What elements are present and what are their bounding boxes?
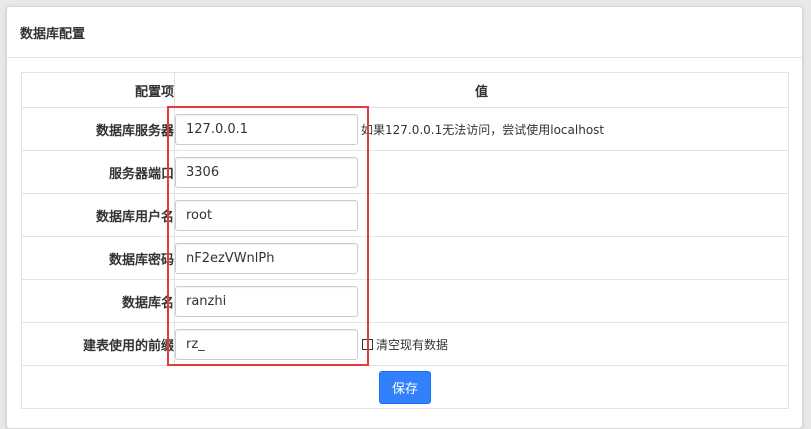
config-table: 配置项 值 数据库服务器 如果127.0.0.1无法访问，尝试使用localho…: [21, 72, 789, 409]
db-user-input[interactable]: [175, 199, 358, 231]
db-config-panel: 数据库配置 配置项 值 数据库服务器 如果127.0.0.1无法访问，尝试使用l…: [6, 6, 803, 429]
row-label-db-host: 数据库服务器: [21, 107, 175, 151]
table-row: 数据库密码: [21, 236, 789, 280]
save-button[interactable]: 保存: [378, 370, 431, 404]
row-label-db-password: 数据库密码: [21, 236, 175, 280]
table-header-row: 配置项 值: [21, 72, 789, 108]
clear-data-checkbox-wrap[interactable]: 清空现有数据: [362, 336, 448, 353]
panel-title: 数据库配置: [7, 7, 802, 58]
table-row: 数据库服务器 如果127.0.0.1无法访问，尝试使用localhost: [21, 107, 789, 151]
table-row: 服务器端口: [21, 150, 789, 194]
clear-data-checkbox[interactable]: [362, 338, 373, 350]
table-row: 数据库用户名: [21, 193, 789, 237]
table-row: 数据库名: [21, 279, 789, 323]
row-label-db-name: 数据库名: [21, 279, 175, 323]
submit-row: 保存: [21, 365, 789, 409]
row-label-table-prefix: 建表使用的前缀: [21, 322, 175, 366]
table-prefix-input[interactable]: [175, 328, 358, 360]
db-host-input[interactable]: [175, 113, 358, 145]
header-value: 值: [174, 72, 789, 108]
clear-data-label: 清空现有数据: [376, 337, 449, 352]
db-port-input[interactable]: [175, 156, 358, 188]
row-label-db-user: 数据库用户名: [21, 193, 175, 237]
row-label-db-port: 服务器端口: [21, 150, 175, 194]
header-config-item: 配置项: [21, 72, 175, 108]
table-row: 建表使用的前缀 清空现有数据: [21, 322, 789, 366]
db-host-hint: 如果127.0.0.1无法访问，尝试使用localhost: [361, 122, 605, 137]
db-name-input[interactable]: [175, 285, 358, 317]
db-password-input[interactable]: [175, 242, 358, 274]
